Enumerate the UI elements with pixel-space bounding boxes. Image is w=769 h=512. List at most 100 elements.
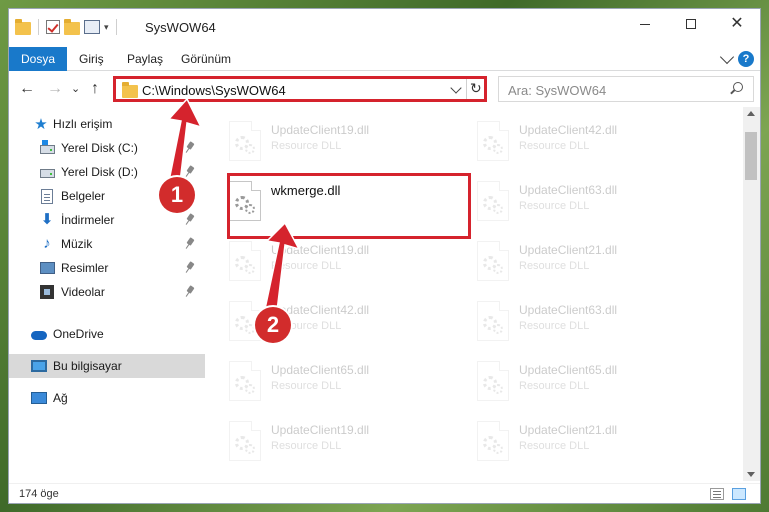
gear-icon bbox=[493, 204, 503, 214]
expand-ribbon-chevron-icon[interactable] bbox=[719, 49, 735, 65]
step-2-badge: 2 bbox=[255, 307, 291, 343]
quick-access-toolbar: ▾ bbox=[15, 18, 120, 35]
sidebar-item-label: İndirmeler bbox=[61, 213, 115, 227]
file-type: Resource DLL bbox=[519, 440, 590, 452]
tab-view[interactable]: Görünüm bbox=[169, 47, 243, 71]
file-name: UpdateClient19.dll bbox=[271, 423, 370, 437]
file-item[interactable]: UpdateClient21.dll Resource DLL bbox=[471, 413, 711, 471]
document-icon bbox=[41, 188, 53, 204]
sidebar-item-label: Resimler bbox=[61, 261, 109, 275]
file-item[interactable]: UpdateClient19.dll Resource DLL bbox=[223, 113, 463, 171]
large-icons-view-button[interactable] bbox=[732, 488, 746, 500]
file-item-wkmerge[interactable]: wkmerge.dll bbox=[223, 173, 463, 231]
forward-button[interactable]: → bbox=[47, 80, 63, 98]
file-explorer-window: ▾ SysWOW64 ✕ Dosya Giriş Paylaş Görünüm … bbox=[8, 8, 761, 504]
step-1-badge: 1 bbox=[159, 177, 195, 213]
scroll-up-arrow-icon[interactable] bbox=[747, 111, 755, 116]
help-icon[interactable]: ? bbox=[738, 51, 754, 67]
refresh-button[interactable]: ↻ bbox=[470, 80, 482, 97]
address-dropdown-icon[interactable] bbox=[450, 82, 462, 94]
sidebar-item-this-pc[interactable]: Bu bilgisayar bbox=[9, 354, 205, 378]
sidebar-item-network[interactable]: Ağ bbox=[9, 386, 205, 410]
star-icon: ★ bbox=[34, 116, 48, 133]
sidebar-item-quick-access[interactable]: ★ Hızlı erişim bbox=[9, 112, 205, 136]
file-item[interactable]: UpdateClient63.dll Resource DLL bbox=[471, 293, 711, 351]
tab-share[interactable]: Paylaş bbox=[115, 47, 175, 71]
dll-file-icon bbox=[477, 421, 509, 461]
file-item[interactable]: UpdateClient42.dll Resource DLL bbox=[471, 113, 711, 171]
pin-icon bbox=[185, 141, 195, 155]
address-bar[interactable]: C:\Windows\SysWOW64 ↻ bbox=[113, 76, 487, 102]
file-name: wkmerge.dll bbox=[271, 183, 341, 198]
file-name: UpdateClient19.dll bbox=[271, 243, 370, 257]
up-button[interactable]: ↑ bbox=[91, 80, 99, 98]
file-type: Resource DLL bbox=[271, 140, 342, 152]
new-folder-icon[interactable] bbox=[64, 18, 80, 35]
file-type: Resource DLL bbox=[519, 260, 590, 272]
ribbon-right-controls: ? bbox=[719, 49, 754, 67]
sidebar-item-music[interactable]: ♪ Müzik bbox=[9, 232, 205, 256]
window-title: SysWOW64 bbox=[145, 20, 216, 35]
sidebar-item-local-disk-c[interactable]: Yerel Disk (C:) bbox=[9, 136, 205, 160]
gear-icon bbox=[245, 144, 255, 154]
window-controls: ✕ bbox=[622, 9, 760, 39]
search-placeholder[interactable]: Ara: SysWOW64 bbox=[508, 83, 606, 98]
back-button[interactable]: ← bbox=[19, 80, 35, 98]
sidebar-item-pictures[interactable]: Resimler bbox=[9, 256, 205, 280]
customize-toolbar-dropdown[interactable]: ▾ bbox=[104, 22, 109, 33]
properties-icon[interactable] bbox=[84, 20, 100, 34]
gear-icon bbox=[493, 144, 503, 154]
pictures-icon bbox=[39, 262, 55, 274]
sidebar-item-label: Müzik bbox=[61, 237, 93, 251]
address-path[interactable]: C:\Windows\SysWOW64 bbox=[142, 83, 286, 98]
gear-icon bbox=[245, 324, 255, 334]
sidebar-item-label: Videolar bbox=[61, 285, 105, 299]
search-box[interactable]: Ara: SysWOW64 bbox=[498, 76, 754, 102]
file-item[interactable]: UpdateClient19.dll Resource DLL bbox=[223, 233, 463, 291]
file-item[interactable]: UpdateClient65.dll Resource DLL bbox=[471, 353, 711, 411]
dll-file-icon bbox=[229, 361, 261, 401]
gear-icon bbox=[245, 204, 255, 214]
videos-icon bbox=[40, 285, 54, 299]
gear-icon bbox=[493, 264, 503, 274]
file-name: UpdateClient42.dll bbox=[519, 123, 618, 137]
properties-check-icon[interactable] bbox=[46, 20, 60, 34]
computer-icon bbox=[31, 360, 47, 372]
close-button[interactable]: ✕ bbox=[714, 9, 760, 39]
music-icon: ♪ bbox=[43, 234, 51, 252]
dll-file-icon bbox=[229, 121, 261, 161]
file-item[interactable]: UpdateClient21.dll Resource DLL bbox=[471, 233, 711, 291]
scroll-down-arrow-icon[interactable] bbox=[747, 472, 755, 477]
minimize-button[interactable] bbox=[622, 9, 668, 39]
maximize-button[interactable] bbox=[668, 9, 714, 39]
drive-icon bbox=[39, 139, 55, 154]
pin-icon bbox=[185, 237, 195, 251]
pin-icon bbox=[185, 285, 195, 299]
sidebar-item-videos[interactable]: Videolar bbox=[9, 280, 205, 304]
vertical-scrollbar[interactable] bbox=[743, 107, 760, 481]
file-item[interactable]: UpdateClient65.dll Resource DLL bbox=[223, 353, 463, 411]
file-name: UpdateClient21.dll bbox=[519, 423, 618, 437]
search-icon[interactable] bbox=[733, 82, 743, 92]
file-name: UpdateClient19.dll bbox=[271, 123, 370, 137]
dll-file-icon bbox=[477, 181, 509, 221]
file-item[interactable]: UpdateClient63.dll Resource DLL bbox=[471, 173, 711, 231]
scroll-thumb[interactable] bbox=[745, 132, 757, 180]
file-name: UpdateClient65.dll bbox=[271, 363, 370, 377]
dll-file-icon bbox=[477, 301, 509, 341]
ribbon-tabs: Dosya Giriş Paylaş Görünüm ? bbox=[9, 47, 760, 71]
file-type: Resource DLL bbox=[519, 140, 590, 152]
file-item[interactable]: UpdateClient19.dll Resource DLL bbox=[223, 413, 463, 471]
sidebar-item-onedrive[interactable]: OneDrive bbox=[9, 322, 205, 346]
dll-file-icon bbox=[229, 181, 261, 221]
toolbar-separator bbox=[115, 19, 117, 35]
pin-icon bbox=[185, 213, 195, 227]
tab-home[interactable]: Giriş bbox=[67, 47, 116, 71]
tab-file[interactable]: Dosya bbox=[9, 47, 68, 71]
file-type: Resource DLL bbox=[271, 260, 342, 272]
details-view-button[interactable] bbox=[710, 488, 724, 500]
folder-icon bbox=[15, 18, 31, 35]
pin-icon bbox=[185, 261, 195, 275]
recent-locations-dropdown[interactable]: ⌄ bbox=[71, 82, 80, 95]
gear-icon bbox=[245, 444, 255, 454]
